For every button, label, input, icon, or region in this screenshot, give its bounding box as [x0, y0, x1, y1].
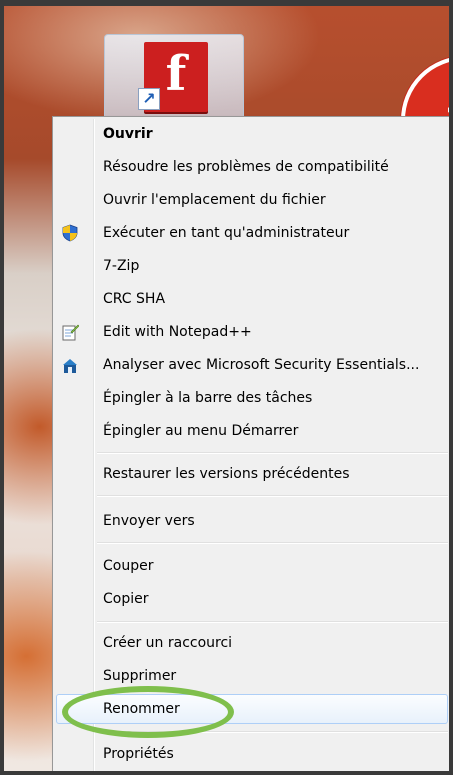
context-menu: Ouvrir Résoudre les problèmes de compati… [52, 116, 449, 771]
security-essentials-icon [63, 359, 77, 373]
menu-item-restore-previous-versions[interactable]: Restaurer les versions précédentes [56, 459, 448, 489]
menu-item-label: Ouvrir l'emplacement du fichier [103, 192, 326, 208]
uac-shield-icon [62, 224, 78, 242]
menu-separator [97, 621, 448, 623]
menu-item-create-shortcut[interactable]: Créer un raccourci [56, 628, 448, 658]
menu-item-properties[interactable]: Propriétés [56, 739, 448, 769]
menu-item-label: Résoudre les problèmes de compatibilité [103, 159, 389, 175]
menu-item-label: Envoyer vers [103, 513, 195, 529]
menu-item-label: Restaurer les versions précédentes [103, 466, 350, 482]
menu-item-pin-taskbar[interactable]: Épingler à la barre des tâches [56, 383, 448, 413]
menu-item-7zip[interactable]: 7-Zip [56, 251, 448, 281]
menu-item-send-to[interactable]: Envoyer vers [56, 506, 448, 536]
menu-item-label: 7-Zip [103, 258, 140, 274]
menu-item-label: Créer un raccourci [103, 635, 233, 651]
menu-item-label: Ouvrir [103, 126, 153, 142]
menu-item-label: Couper [103, 558, 154, 574]
menu-item-label: Propriétés [103, 746, 174, 762]
menu-separator [97, 495, 448, 497]
screenshot-frame: f ↗ 1 Ouvrir Résoudre les problèmes de c… [0, 0, 453, 775]
menu-item-label: Analyser avec Microsoft Security Essenti… [103, 357, 420, 373]
menu-item-open[interactable]: Ouvrir [56, 119, 448, 149]
menu-item-scan-security-essentials[interactable]: Analyser avec Microsoft Security Essenti… [56, 350, 448, 380]
menu-item-label: Edit with Notepad++ [103, 324, 252, 340]
menu-item-label: Épingler à la barre des tâches [103, 390, 313, 406]
menu-item-run-as-admin[interactable]: Exécuter en tant qu'administrateur [56, 218, 448, 248]
shortcut-arrow-icon: ↗ [138, 88, 160, 110]
menu-separator [97, 542, 448, 544]
menu-separator [97, 452, 448, 454]
menu-item-copy[interactable]: Copier [56, 584, 448, 614]
menu-item-troubleshoot-compatibility[interactable]: Résoudre les problèmes de compatibilité [56, 152, 448, 182]
menu-item-delete[interactable]: Supprimer [56, 661, 448, 691]
notepad-plus-plus-icon [62, 324, 79, 341]
menu-item-label: Épingler au menu Démarrer [103, 423, 299, 439]
rename-highlight-ring [62, 686, 234, 738]
menu-item-pin-start-menu[interactable]: Épingler au menu Démarrer [56, 416, 448, 446]
menu-item-label: Copier [103, 591, 149, 607]
menu-item-open-file-location[interactable]: Ouvrir l'emplacement du fichier [56, 185, 448, 215]
menu-item-crc-sha[interactable]: CRC SHA [56, 284, 448, 314]
menu-item-label: Exécuter en tant qu'administrateur [103, 225, 350, 241]
menu-item-edit-notepad[interactable]: Edit with Notepad++ [56, 317, 448, 347]
menu-item-label: CRC SHA [103, 291, 166, 307]
menu-item-cut[interactable]: Couper [56, 551, 448, 581]
